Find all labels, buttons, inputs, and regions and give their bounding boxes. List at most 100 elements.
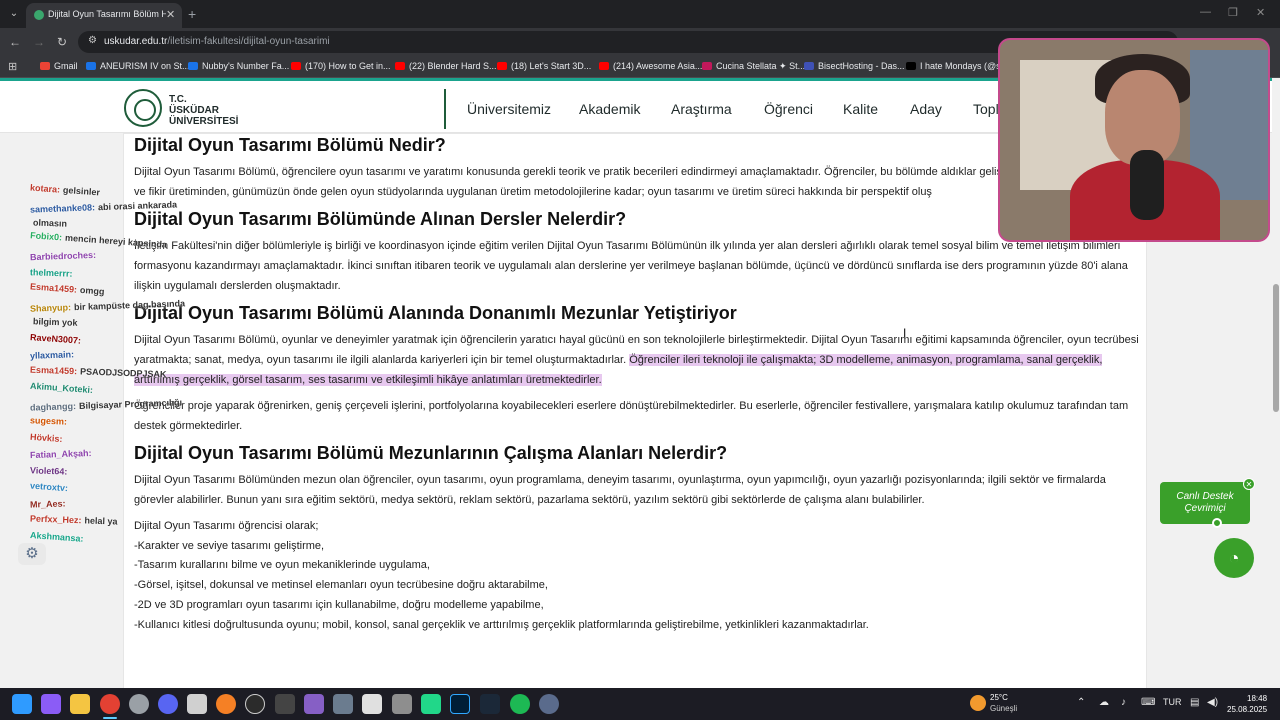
discord-icon[interactable] xyxy=(158,694,178,714)
menu-toplum[interactable]: Topl xyxy=(973,101,999,117)
live-support-online-dot xyxy=(1212,518,1222,528)
streamer-webcam-overlay xyxy=(998,38,1270,242)
taskbar-clock[interactable]: 18:48 25.08.2025 xyxy=(1227,693,1267,715)
tray-keyboard-icon[interactable]: ⌨ xyxy=(1141,697,1155,708)
tray-volume-icon[interactable]: ◀) xyxy=(1207,697,1218,708)
file-explorer-icon[interactable] xyxy=(70,694,90,714)
chrome-icon[interactable] xyxy=(100,694,120,714)
chat-username: Violet64: xyxy=(29,464,68,477)
chat-username: thelmerrr: xyxy=(29,266,73,279)
search-app-icon[interactable] xyxy=(187,694,207,714)
chat-message: thelmerrr: xyxy=(30,267,76,279)
bookmark-item[interactable]: BisectHosting - Das... xyxy=(804,61,905,71)
university-logo-text[interactable]: T.C. ÜSKÜDAR ÜNİVERSİTESİ xyxy=(169,94,238,127)
menu-arastirma[interactable]: Araştırma xyxy=(671,101,732,117)
chat-text xyxy=(65,434,66,444)
section-text-projeler: Öğrenciler proje yaparak öğrenirken, gen… xyxy=(134,400,1129,432)
list-item: -Tasarım kurallarını bilme ve oyun mekan… xyxy=(134,559,430,571)
chat-message: vetroxtv: xyxy=(30,481,72,494)
chat-settings-gear-icon[interactable]: ⚙ xyxy=(18,543,46,565)
tab-close-icon[interactable]: ✕ xyxy=(166,8,175,21)
obs-icon[interactable] xyxy=(129,694,149,714)
youtube-icon xyxy=(395,62,405,70)
blender-icon[interactable] xyxy=(216,694,236,714)
window-close-icon[interactable]: ✕ xyxy=(1256,6,1265,19)
bookmark-item[interactable]: (214) Awesome Asia... xyxy=(599,61,702,71)
weather-temperature[interactable]: 25°C xyxy=(990,693,1008,702)
bookmark-item[interactable]: Nubby's Number Fa... xyxy=(188,61,289,71)
github-icon[interactable] xyxy=(275,694,295,714)
tray-network-icon[interactable]: ▤ xyxy=(1190,697,1199,708)
maximize-icon[interactable]: ❐ xyxy=(1228,6,1238,19)
photoshop-icon[interactable] xyxy=(450,694,470,714)
start-windows-icon[interactable] xyxy=(12,694,32,714)
chat-username: Fatian_Akşah: xyxy=(29,447,92,461)
unreal-engine-icon[interactable] xyxy=(245,694,265,714)
menu-kalite[interactable]: Kalite xyxy=(843,101,878,117)
menu-universitemiz[interactable]: Üniversitemiz xyxy=(467,101,551,117)
clock-date: 25.08.2025 xyxy=(1227,705,1268,714)
chat-message: daghangg: Bilgisayar Programcılığı xyxy=(30,397,182,412)
chat-username: Barbiedroches: xyxy=(29,249,97,263)
tray-mic-icon[interactable]: ♪ xyxy=(1121,697,1126,708)
site-info-icon[interactable]: ⚙ xyxy=(88,35,97,46)
scrollbar-thumb[interactable] xyxy=(1273,284,1279,412)
visual-studio-icon[interactable] xyxy=(304,694,324,714)
bookmark-item[interactable]: (18) Let's Start 3D... xyxy=(497,61,591,71)
logo-line-uskudar: ÜSKÜDAR xyxy=(169,105,219,116)
url-path: /iletisim-fakultesi/dijital-oyun-tasarim… xyxy=(167,36,330,47)
chat-username: yllaxmain: xyxy=(29,349,75,361)
spotify-icon[interactable] xyxy=(510,694,530,714)
notepad-icon[interactable] xyxy=(362,694,382,714)
chat-username: Esma1459: xyxy=(29,364,78,376)
section-text-nedir: Dijital Oyun Tasarımı Bölümü, öğrenciler… xyxy=(134,166,1027,198)
globe-app-icon[interactable] xyxy=(539,694,559,714)
reload-icon[interactable]: ↻ xyxy=(57,35,67,49)
settings-app-icon[interactable] xyxy=(333,694,353,714)
tab-search-chevron-icon[interactable]: ⌄ xyxy=(6,6,22,22)
chat-message: olmasın xyxy=(30,217,67,228)
bookmark-item[interactable]: ANEURISM IV on St... xyxy=(86,61,190,71)
weather-description[interactable]: Güneşli xyxy=(990,704,1017,713)
new-tab-plus-icon[interactable]: + xyxy=(188,6,196,22)
chat-bubble-icon[interactable]: ◔ xyxy=(1214,538,1254,578)
pycharm-icon[interactable] xyxy=(421,694,441,714)
chat-message: Barbiedroches: xyxy=(30,250,99,262)
apps-grid-icon[interactable]: ⊞ xyxy=(8,60,17,73)
bookmark-item[interactable]: (170) How to Get in... xyxy=(291,61,391,71)
chat-username: vetroxtv: xyxy=(29,480,69,494)
university-seal-logo[interactable] xyxy=(124,89,162,127)
list-item: -2D ve 3D programları oyun tasarımı için… xyxy=(134,599,544,611)
chat-message: Esma1459: omgg xyxy=(30,281,105,296)
bookmark-item[interactable]: Gmail xyxy=(40,61,78,71)
steam-taskbar-icon[interactable] xyxy=(480,694,500,714)
chat-message: Esma1459: PSAODJSODPJSAK xyxy=(30,364,167,379)
browser-tab-active[interactable]: Dijital Oyun Tasarımı Bölüm Hakkında ✕ xyxy=(26,3,182,28)
unity-icon[interactable] xyxy=(392,694,412,714)
back-arrow-icon[interactable]: ← xyxy=(9,35,21,49)
forward-arrow-icon[interactable]: → xyxy=(33,35,45,49)
text-cursor-icon: I xyxy=(903,326,907,340)
input-language[interactable]: TUR xyxy=(1163,697,1182,707)
tray-expand-chevron-icon[interactable]: ⌃ xyxy=(1077,697,1085,708)
chat-message: bilgim yok xyxy=(30,316,78,328)
live-support-widget[interactable]: Canlı Destek Çevrimiçi xyxy=(1160,482,1250,524)
minimize-icon[interactable]: — xyxy=(1200,6,1211,18)
chat-text: olmasın xyxy=(32,217,68,229)
site-favicon-icon xyxy=(34,10,44,20)
bookmark-item[interactable]: (22) Blender Hard S... xyxy=(395,61,497,71)
tray-onedrive-icon[interactable]: ☁ xyxy=(1099,697,1109,708)
chat-username: daghangg: xyxy=(29,400,77,413)
chat-message: yllaxmain: xyxy=(30,349,77,361)
menu-ogrenci[interactable]: Öğrenci xyxy=(764,101,813,117)
bookmark-item[interactable]: Cucina Stellata ✦ St... xyxy=(702,61,805,72)
list-item: -Görsel, işitsel, dokunsal ve metinsel e… xyxy=(134,579,548,591)
menu-aday[interactable]: Aday xyxy=(910,101,942,117)
bookmark-item[interactable]: I hate Mondays (@s... xyxy=(906,61,1008,71)
weather-sun-icon[interactable] xyxy=(970,695,986,711)
chat-username: Shanyup: xyxy=(29,301,72,314)
page-scrollbar[interactable] xyxy=(1272,78,1280,688)
live-support-close-icon[interactable]: ✕ xyxy=(1243,478,1255,490)
copilot-icon[interactable] xyxy=(41,694,61,714)
menu-akademik[interactable]: Akademik xyxy=(579,101,640,117)
